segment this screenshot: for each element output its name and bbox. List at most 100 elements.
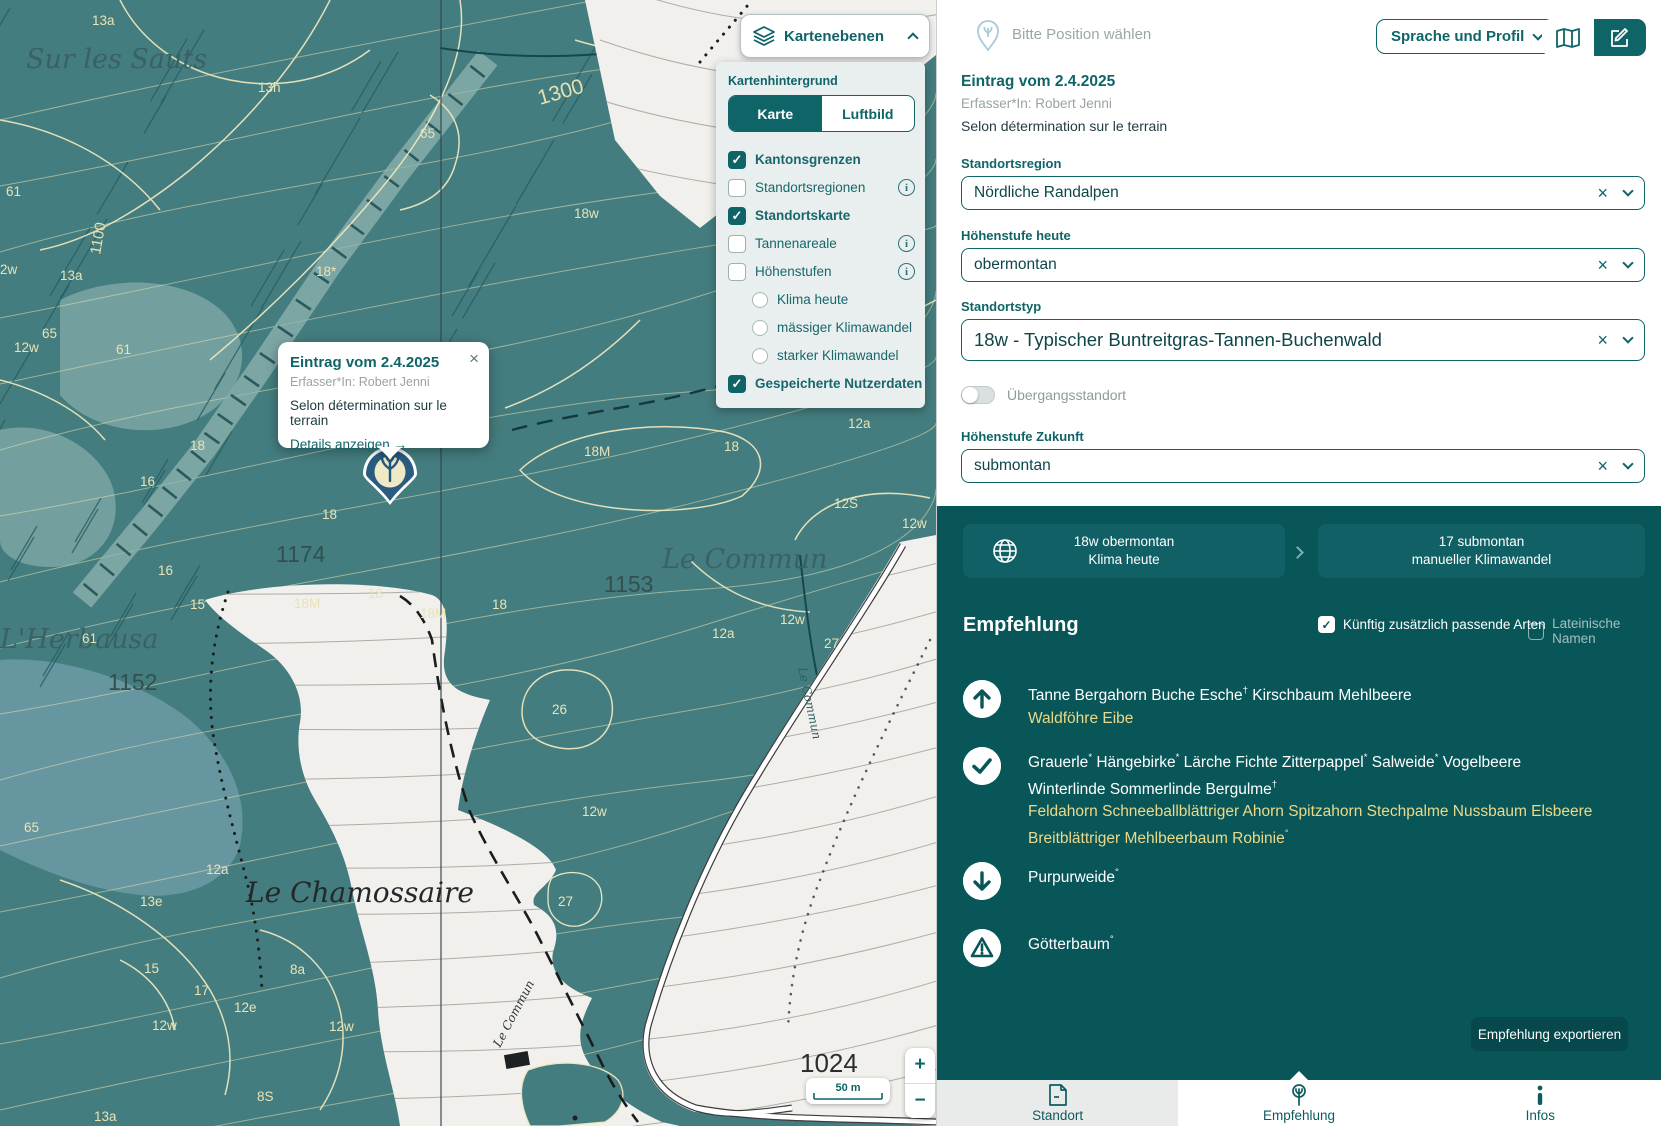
climate-radio-row: starker Klimawandel	[728, 342, 915, 369]
less-suitable-icon	[963, 862, 1001, 900]
map-label: 65	[24, 820, 39, 835]
info-icon[interactable]: i	[898, 179, 915, 196]
chevron-up-icon	[907, 32, 918, 43]
map-label: 18	[492, 597, 507, 612]
tree-pin-icon	[1290, 1084, 1308, 1106]
map-label: 1153	[604, 571, 653, 597]
clear-icon[interactable]: ×	[1597, 184, 1608, 202]
map-label: 12w	[582, 804, 607, 819]
species-line: Purpurweide°	[1028, 863, 1119, 890]
tab-infos[interactable]: Infos	[1420, 1080, 1661, 1126]
saved-data-checkbox[interactable]: ✓	[728, 375, 746, 393]
field-hoehenstufe-zukunft: Höhenstufe Zukunft submontan ×	[961, 429, 1645, 483]
language-profile-button[interactable]: Sprache und Profil	[1376, 19, 1557, 54]
map-label: 13a	[94, 1109, 117, 1124]
suitable-future-icon	[963, 680, 1001, 718]
document-icon	[1049, 1084, 1067, 1106]
species-row: Tanne Bergahorn Buche Esche† Kirschbaum …	[963, 680, 1412, 730]
field-label: Standortstyp	[961, 299, 1645, 314]
map-label: 12a	[206, 862, 229, 877]
map-label: 61	[6, 184, 21, 199]
map-label: 8a	[290, 962, 306, 977]
clear-icon[interactable]: ×	[1597, 457, 1608, 475]
chip-today-line1: 18w obermontan	[1074, 533, 1175, 551]
map-label: 13h	[258, 80, 281, 95]
uebergangsstandort-toggle[interactable]	[961, 386, 995, 404]
tab-label: Standort	[1032, 1108, 1083, 1123]
chevron-down-icon[interactable]	[1622, 458, 1633, 469]
species-line: Winterlinde Sommerlinde Bergulme†	[1028, 775, 1592, 802]
uebergangsstandort-row: Übergangsstandort	[961, 386, 1126, 404]
map-label: 12w	[780, 612, 805, 627]
map-label: 13a	[92, 13, 115, 28]
latin-names-checkbox[interactable]	[1528, 623, 1544, 640]
tab-label: Empfehlung	[1263, 1108, 1335, 1123]
map-icon	[1556, 28, 1580, 48]
map-label: 12w	[14, 340, 39, 355]
map-label: 27	[558, 894, 573, 909]
info-icon[interactable]: i	[898, 263, 915, 280]
map-label: 18	[724, 439, 739, 454]
standortsregion-select[interactable]: Nördliche Randalpen ×	[961, 176, 1645, 210]
background-option-luftbild[interactable]: Luftbild	[822, 96, 915, 131]
chip-today: 18w obermontan Klima heute	[963, 524, 1285, 578]
map-label: 16	[158, 563, 173, 578]
option-latin-names: Lateinische Namen	[1528, 616, 1661, 646]
map-label: 17	[194, 983, 209, 998]
edit-view-button[interactable]	[1594, 19, 1646, 56]
info-icon[interactable]: i	[898, 235, 915, 252]
hoehenstufe-heute-select[interactable]: obermontan ×	[961, 248, 1645, 282]
climate-radio[interactable]	[752, 348, 768, 364]
map-label: Sur les Sauts	[26, 44, 207, 75]
zoom-out-button[interactable]: −	[905, 1084, 935, 1119]
climate-radio[interactable]	[752, 320, 768, 336]
chip-future: 17 submontan manueller Klimawandel	[1318, 524, 1645, 578]
app: 13aSur les Sauts13h13006561110018w13a18*…	[0, 0, 1661, 1126]
map-layers-button[interactable]: Kartenebenen	[740, 14, 930, 58]
layer-row: Höhenstufen i	[728, 258, 915, 285]
climate-radio-label: mässiger Klimawandel	[777, 320, 912, 335]
field-value: 18w - Typischer Buntreitgras-Tannen-Buch…	[974, 329, 1382, 351]
map-zoom-control: + −	[905, 1048, 935, 1118]
standortstyp-select[interactable]: 18w - Typischer Buntreitgras-Tannen-Buch…	[961, 319, 1645, 361]
future-species-checkbox[interactable]: ✓	[1318, 616, 1335, 633]
map-view-button[interactable]	[1542, 19, 1594, 56]
zoom-in-button[interactable]: +	[905, 1048, 935, 1084]
map-label: 65	[42, 326, 57, 341]
map-label: 27	[824, 636, 839, 651]
clear-icon[interactable]: ×	[1597, 256, 1608, 274]
field-label: Höhenstufe Zukunft	[961, 429, 1645, 444]
popup-title: Eintrag vom 2.4.2025	[290, 354, 477, 371]
saved-data-label: Gespeicherte Nutzerdaten	[755, 376, 922, 391]
map-label: 18M	[584, 444, 610, 459]
tab-standort[interactable]: Standort	[937, 1080, 1178, 1126]
layer-checkbox[interactable]	[728, 235, 746, 253]
layer-label: Tannenareale	[755, 236, 837, 251]
latin-names-label: Lateinische Namen	[1552, 616, 1661, 646]
background-option-karte[interactable]: Karte	[729, 96, 822, 131]
map-area[interactable]: 13aSur les Sauts13h13006561110018w13a18*…	[0, 0, 936, 1126]
tab-empfehlung[interactable]: Empfehlung	[1178, 1080, 1419, 1126]
saved-data-row: ✓ Gespeicherte Nutzerdaten	[728, 370, 915, 397]
field-hoehenstufe-heute: Höhenstufe heute obermontan ×	[961, 228, 1645, 282]
export-recommendation-button[interactable]: Empfehlung exportieren	[1471, 1017, 1628, 1051]
species-row: Götterbaum°	[963, 929, 1114, 967]
clear-icon[interactable]: ×	[1597, 331, 1608, 349]
layer-checkbox[interactable]: ✓	[728, 151, 746, 169]
entry-title: Eintrag vom 2.4.2025	[961, 73, 1115, 91]
tab-label: Infos	[1526, 1108, 1555, 1123]
chevron-down-icon[interactable]	[1622, 332, 1633, 343]
map-label: 18	[322, 507, 337, 522]
bottom-tab-bar: Standort Empfehlung Infos	[937, 1080, 1661, 1126]
field-value: submontan	[974, 457, 1051, 475]
chevron-down-icon[interactable]	[1622, 185, 1633, 196]
layer-checkbox[interactable]	[728, 263, 746, 281]
chevron-down-icon[interactable]	[1622, 257, 1633, 268]
climate-radio[interactable]	[752, 292, 768, 308]
hoehenstufe-zukunft-select[interactable]: submontan ×	[961, 449, 1645, 483]
map-scale-bar: 50 m	[806, 1078, 890, 1104]
layer-checkbox[interactable]: ✓	[728, 207, 746, 225]
popup-close-icon[interactable]: ×	[469, 350, 479, 367]
map-layers-panel: Kartenhintergrund Karte Luftbild ✓ Kanto…	[716, 62, 925, 408]
layer-checkbox[interactable]	[728, 179, 746, 197]
